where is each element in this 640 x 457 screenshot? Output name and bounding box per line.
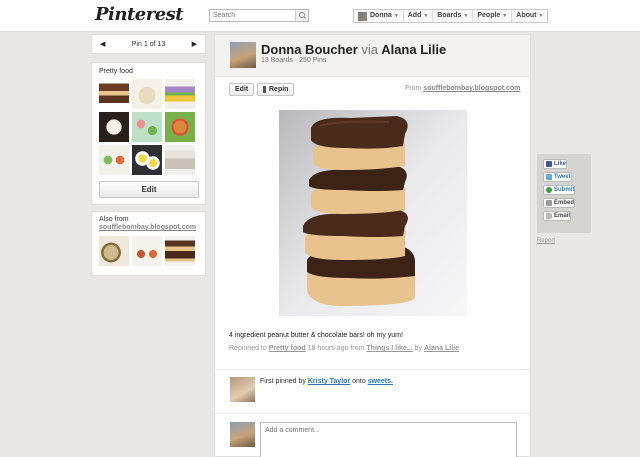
pin-description: 4 ingredient peanut butter & chocolate b…: [229, 332, 403, 339]
source-thumbnail[interactable]: [99, 236, 129, 266]
pin-card-header: Donna Boucher via Alana Lilie 13 Boards …: [215, 35, 530, 77]
board-box: Pretty food Edit: [91, 62, 206, 205]
board-thumbnail[interactable]: [132, 145, 162, 175]
pinterest-logo[interactable]: Pinterest: [95, 4, 184, 25]
repin-label: Repin: [269, 86, 289, 93]
first-pinned-info: First pinned by Kristy Taylor onto sweet…: [260, 378, 393, 385]
top-header: Pinterest Donna ▼ Add ▼ Boards ▼ People …: [0, 0, 640, 32]
nav-about-menu[interactable]: About ▼: [512, 10, 547, 22]
repinned-by-word: by: [414, 345, 423, 352]
search-icon: [299, 12, 306, 19]
chevron-down-icon: ▼: [423, 13, 429, 19]
nav-add-label: Add: [407, 12, 422, 19]
pin-card: Donna Boucher via Alana Lilie 13 Boards …: [214, 34, 531, 457]
also-from-source-link[interactable]: soufflebombay.blogspot.com: [99, 224, 198, 232]
source-thumbnail[interactable]: [132, 236, 162, 266]
stumbleupon-icon: [546, 187, 552, 193]
first-pinned-prefix: First pinned by: [260, 378, 306, 385]
report-link[interactable]: Report: [537, 238, 555, 244]
divider: [215, 369, 530, 370]
pin-source-link[interactable]: soufflebombay.blogspot.com: [423, 85, 520, 92]
via-word: via: [361, 42, 379, 57]
board-thumbnail[interactable]: [132, 112, 162, 142]
pin-navigation: ◀ Pin 1 of 13 ▶: [91, 34, 206, 54]
board-thumbnail[interactable]: [99, 79, 129, 109]
nav-boards-menu[interactable]: Boards ▼: [433, 10, 474, 22]
embed-label: Embed: [554, 200, 575, 206]
board-title[interactable]: Pretty food: [99, 68, 198, 75]
nav-people-menu[interactable]: People ▼: [473, 10, 513, 22]
like-label: Like: [554, 161, 567, 167]
edit-board-button[interactable]: Edit: [99, 181, 199, 198]
previous-pin-arrow-icon[interactable]: ◀: [100, 40, 105, 48]
nav-add-menu[interactable]: Add ▼: [404, 10, 434, 22]
chevron-down-icon: ▼: [538, 13, 544, 19]
board-thumbnail[interactable]: [132, 79, 162, 109]
pin-icon: [263, 86, 266, 93]
nav-user-label: Donna: [370, 12, 392, 19]
chevron-down-icon: ▼: [393, 13, 399, 19]
repinned-prefix: Repinned to: [229, 345, 267, 352]
tweet-button[interactable]: Tweet: [543, 172, 572, 182]
also-from-box: Also from soufflebombay.blogspot.com: [91, 211, 206, 276]
nav-people-label: People: [477, 12, 501, 19]
nav-user-menu[interactable]: Donna ▼: [354, 10, 404, 22]
avatar[interactable]: [230, 42, 256, 68]
first-pinned-user-link[interactable]: Kristy Taylor: [308, 378, 350, 385]
also-from-title: Also from: [99, 216, 129, 223]
avatar: [230, 422, 255, 447]
repin-info: Repinned to Pretty food 18 hours ago fro…: [229, 345, 459, 352]
from-prefix: From: [405, 85, 422, 92]
email-label: Email: [554, 213, 571, 219]
first-pinned-onto: onto: [352, 378, 366, 385]
board-thumbnail[interactable]: [165, 145, 195, 175]
chevron-down-icon: ▼: [502, 13, 508, 19]
next-pin-arrow-icon[interactable]: ▶: [192, 40, 197, 48]
nav-avatar: [358, 11, 367, 21]
board-thumbnail[interactable]: [165, 112, 195, 142]
chevron-down-icon: ▼: [463, 13, 469, 19]
nav-boards-label: Boards: [437, 12, 462, 19]
repinned-board-link[interactable]: Pretty food: [269, 345, 306, 352]
board-thumbnail[interactable]: [99, 145, 129, 175]
email-button[interactable]: Email: [543, 211, 572, 221]
tweet-label: Tweet: [554, 174, 571, 180]
board-thumbnail[interactable]: [165, 79, 195, 109]
via-user-link[interactable]: Alana Lilie: [381, 42, 446, 57]
also-from-thumbnails: [99, 236, 198, 266]
avatar[interactable]: [230, 377, 255, 402]
nav-about-label: About: [516, 12, 537, 19]
email-icon: [546, 213, 552, 219]
board-thumbnail[interactable]: [99, 112, 129, 142]
facebook-icon: [546, 161, 552, 167]
repinned-by-user-link[interactable]: Alana Lilie: [424, 345, 459, 352]
comment-input[interactable]: [260, 422, 517, 457]
board-thumbnails: [99, 79, 198, 175]
edit-pin-button[interactable]: Edit: [229, 83, 255, 96]
pinner-stats: 13 Boards · 250 Pins: [261, 57, 327, 64]
search-input[interactable]: [210, 10, 296, 21]
first-pinned-board-link[interactable]: sweets.: [368, 378, 393, 385]
divider: [215, 413, 530, 414]
pin-position-label: Pin 1 of 13: [131, 40, 166, 48]
pin-user-heading: Donna Boucher via Alana Lilie: [261, 42, 446, 57]
embed-icon: [546, 200, 552, 206]
embed-button[interactable]: Embed: [543, 198, 576, 208]
search-button[interactable]: [295, 10, 308, 21]
share-panel: Like Tweet Submit Embed Email: [537, 154, 591, 233]
source-thumbnail[interactable]: [165, 236, 195, 266]
stumbleupon-submit-button[interactable]: Submit: [543, 185, 576, 195]
repin-button[interactable]: Repin: [257, 83, 295, 96]
repinned-from-board-link[interactable]: Things I like...: [366, 345, 412, 352]
search-box: [209, 9, 309, 22]
twitter-icon: [546, 174, 552, 180]
pin-image[interactable]: [279, 110, 467, 316]
repinned-time: 18 hours ago from: [307, 345, 365, 352]
pin-source: From soufflebombay.blogspot.com: [405, 85, 520, 92]
top-nav: Donna ▼ Add ▼ Boards ▼ People ▼ About ▼: [353, 9, 549, 23]
facebook-like-button[interactable]: Like: [543, 159, 568, 169]
pinner-name-link[interactable]: Donna Boucher: [261, 42, 358, 57]
submit-label: Submit: [554, 187, 575, 193]
